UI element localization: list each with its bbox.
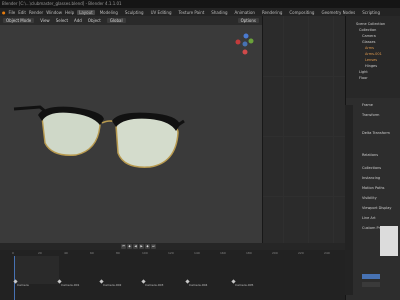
timeline-area[interactable] [0,250,345,300]
outliner-item[interactable]: Arms.001 [365,52,382,57]
image-preview [380,226,398,256]
jump-start-icon[interactable]: ⏮ [121,244,126,249]
window-title: Blender [C:\...\clubmaster_glasses.blend… [2,1,122,6]
ruler-label: 100 [142,251,148,255]
marker-label: Camera.005 [235,283,254,287]
tab-animation[interactable]: Animation [233,10,257,15]
tab-rendering[interactable]: Rendering [260,10,284,15]
top-menu-bar: ● File Edit Render Window Help Layout Mo… [0,8,400,16]
object-name-field[interactable]: Frame [362,103,373,108]
marker-label: Camera.002 [103,283,122,287]
view-menu[interactable]: View [40,18,50,23]
ruler-label: 80 [116,251,120,255]
right-lens [115,115,179,168]
ruler-label: 60 [90,251,94,255]
menu-file[interactable]: File [9,10,16,15]
ruler-label: 220 [298,251,304,255]
marker-label: Camera [17,283,29,287]
marker-label: Camera.004 [189,283,208,287]
tab-uv-editing[interactable]: UV Editing [149,10,174,15]
tab-sculpting[interactable]: Sculpting [123,10,146,15]
outliner-item[interactable]: Light [359,70,368,75]
ruler-label: 20 [38,251,42,255]
select-menu[interactable]: Select [56,18,68,23]
options-dropdown[interactable]: Options [237,18,259,23]
tab-geometry-nodes[interactable]: Geometry Nodes [319,10,357,15]
tab-layout[interactable]: Layout [77,9,95,15]
outliner-item[interactable]: Glasses [362,40,375,45]
prev-key-icon[interactable]: ◆ [127,244,132,249]
ruler-label: 240 [324,251,330,255]
blender-logo-icon[interactable]: ● [2,10,6,15]
ruler-label: 0 [12,251,14,255]
tab-shading[interactable]: Shading [209,10,229,15]
secondary-button[interactable] [362,282,380,287]
frame-range-highlight [15,256,59,284]
tab-scripting[interactable]: Scripting [360,10,382,15]
ruler-label: 40 [64,251,68,255]
properties-section[interactable]: Viewport Display [362,206,392,211]
outliner-item[interactable]: Hinges [365,64,377,69]
menu-help[interactable]: Help [65,10,74,15]
ruler-label: 200 [272,251,278,255]
outliner-item[interactable]: Camera [362,34,376,39]
properties-section[interactable]: Visibility [362,196,377,201]
3d-viewport[interactable] [0,25,262,243]
ruler-label: 120 [168,251,174,255]
properties-section[interactable]: Collections [362,166,381,171]
properties-section[interactable]: Relations [362,153,378,158]
next-key-icon[interactable]: ◆ [145,244,150,249]
menu-edit[interactable]: Edit [18,10,26,15]
object-menu[interactable]: Object [88,18,101,23]
properties-section[interactable]: Line Art [362,216,376,221]
play-icon[interactable]: ▶ [139,244,144,249]
ruler-label: 140 [194,251,200,255]
outliner-item[interactable]: Floor [359,76,368,81]
tab-texture-paint[interactable]: Texture Paint [176,10,206,15]
glasses-render [13,105,185,168]
play-reverse-icon[interactable]: ◀ [133,244,138,249]
menu-render[interactable]: Render [29,10,43,15]
mode-dropdown[interactable]: Object Mode [3,18,35,23]
properties-section[interactable]: Instancing [362,176,380,181]
marker-label: Camera.001 [61,283,80,287]
properties-tab-strip[interactable] [345,105,353,295]
properties-section[interactable]: Motion Paths [362,186,385,191]
properties-section[interactable]: Delta Transform [362,131,390,136]
outliner-panel: Scene Collection Collection Camera Glass… [345,16,400,98]
add-menu[interactable]: Add [74,18,82,23]
outliner-item[interactable]: Lenses [365,58,377,63]
selected-button[interactable] [362,274,380,279]
timeline-header [0,243,345,250]
tab-modeling[interactable]: Modeling [98,10,120,15]
glasses-arm-right [177,119,185,127]
outliner-item[interactable]: Arms [365,46,374,51]
jump-end-icon[interactable]: ⏭ [151,244,156,249]
outliner-item[interactable]: Collection [359,28,376,33]
ruler-label: 180 [246,251,252,255]
ruler-label: 160 [220,251,226,255]
window-title-bar: Blender [C:\...\clubmaster_glasses.blend… [0,0,400,8]
transform-orientation-dropdown[interactable]: Global [106,18,126,23]
side-viewport[interactable] [262,16,346,243]
menu-window[interactable]: Window [46,10,62,15]
marker-label: Camera.003 [145,283,164,287]
outliner-item[interactable]: Scene Collection [356,22,385,27]
properties-section[interactable]: Transform [362,113,379,118]
tab-compositing[interactable]: Compositing [287,10,316,15]
navigation-gizmo[interactable] [233,32,257,56]
